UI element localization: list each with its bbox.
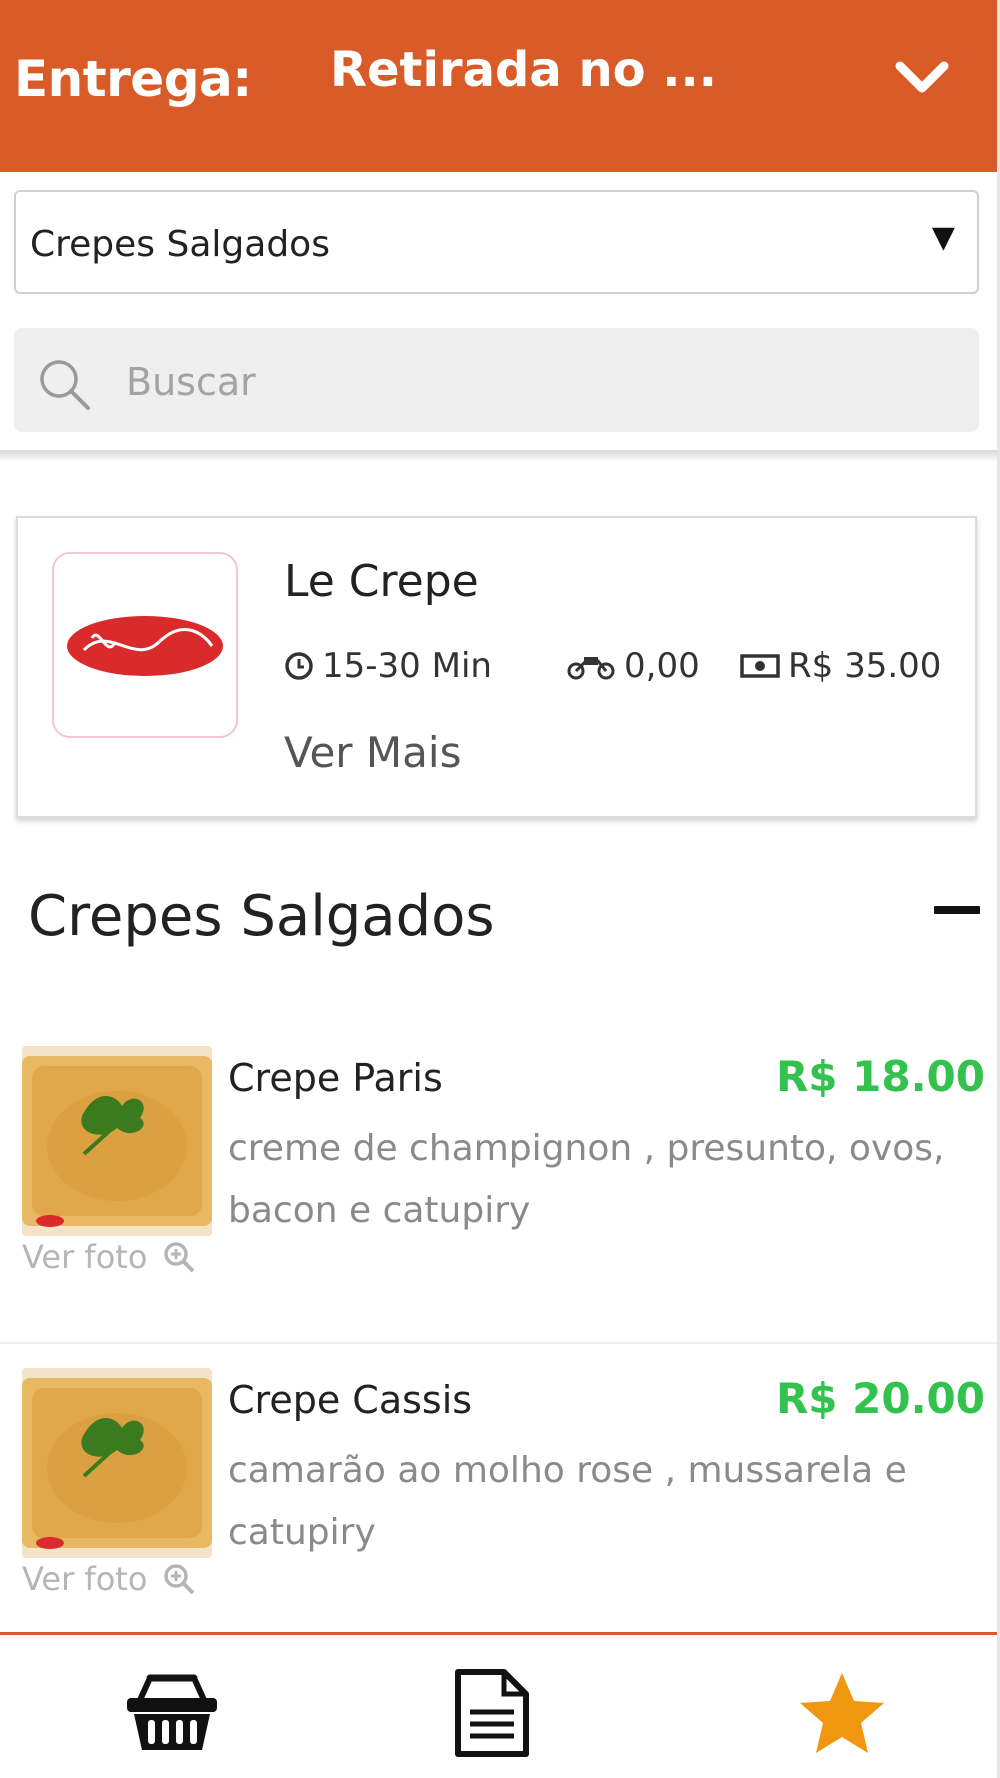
view-photo-link[interactable]: Ver foto	[22, 1238, 197, 1276]
product-thumbnail[interactable]	[22, 1046, 212, 1236]
star-icon	[800, 1673, 884, 1753]
product-name: Crepe Cassis	[228, 1378, 473, 1422]
dropdown-caret-icon: ▼	[931, 220, 955, 255]
delivery-time-value: 15-30 Min	[322, 646, 492, 686]
product-thumbnail[interactable]	[22, 1368, 212, 1558]
category-select-value: Crepes Salgados	[30, 224, 330, 265]
collapse-section-icon[interactable]	[934, 906, 980, 914]
store-card[interactable]: Le Crepe 15-30 Min 0,00 R$ 35.00 Ver Mai…	[16, 516, 977, 818]
product-divider	[0, 1342, 997, 1344]
header-shadow	[0, 450, 997, 462]
app-screen: Entrega: Retirada no ... Crepes Salgados…	[0, 0, 1000, 1778]
view-photo-label: Ver foto	[22, 1238, 148, 1276]
minimum-order: R$ 35.00	[740, 646, 941, 686]
section-title: Crepes Salgados	[28, 884, 495, 949]
delivery-header[interactable]: Entrega: Retirada no ...	[0, 0, 997, 172]
orders-button[interactable]	[442, 1665, 542, 1761]
cash-icon	[740, 654, 780, 678]
zoom-in-icon	[164, 1564, 195, 1595]
search-input[interactable]	[124, 356, 928, 408]
motorcycle-icon	[567, 657, 615, 680]
basket-icon	[127, 1674, 217, 1750]
product-price: R$ 18.00	[775, 1052, 985, 1101]
clock-icon	[285, 652, 313, 680]
delivery-time: 15-30 Min	[284, 646, 492, 686]
category-select[interactable]: Crepes Salgados ▼	[14, 190, 979, 294]
delivery-label: Entrega:	[14, 50, 252, 108]
zoom-in-icon	[164, 1242, 195, 1273]
chevron-down-icon[interactable]	[892, 56, 952, 96]
delivery-fee-value: 0,00	[624, 646, 700, 686]
document-icon	[455, 1669, 529, 1757]
crepe-image	[22, 1046, 212, 1236]
store-logo	[52, 552, 238, 738]
product-item[interactable]: Ver foto Crepe Cassis R$ 20.00 camarão a…	[0, 1368, 997, 1658]
view-photo-label: Ver foto	[22, 1560, 148, 1598]
minimum-order-value: R$ 35.00	[788, 646, 942, 686]
product-name: Crepe Paris	[228, 1056, 443, 1100]
favorites-button[interactable]	[792, 1665, 892, 1761]
product-item[interactable]: Ver foto Crepe Paris R$ 18.00 creme de c…	[0, 1046, 997, 1336]
product-price: R$ 20.00	[775, 1374, 985, 1423]
view-photo-link[interactable]: Ver foto	[22, 1560, 197, 1598]
delivery-fee: 0,00	[566, 646, 700, 686]
search-bar[interactable]	[14, 328, 979, 432]
delivery-mode-value[interactable]: Retirada no ...	[330, 42, 717, 98]
see-more-link[interactable]: Ver Mais	[284, 728, 461, 777]
store-logo-graphic	[67, 616, 223, 676]
store-name: Le Crepe	[284, 556, 479, 607]
product-description: camarão ao molho rose , mussarela e catu…	[228, 1450, 907, 1553]
search-icon	[40, 360, 90, 410]
crepe-image	[22, 1368, 212, 1558]
product-description: creme de champignon , presunto, ovos, ba…	[228, 1128, 945, 1231]
bottom-navigation	[0, 1632, 997, 1778]
cart-button[interactable]	[122, 1665, 222, 1761]
